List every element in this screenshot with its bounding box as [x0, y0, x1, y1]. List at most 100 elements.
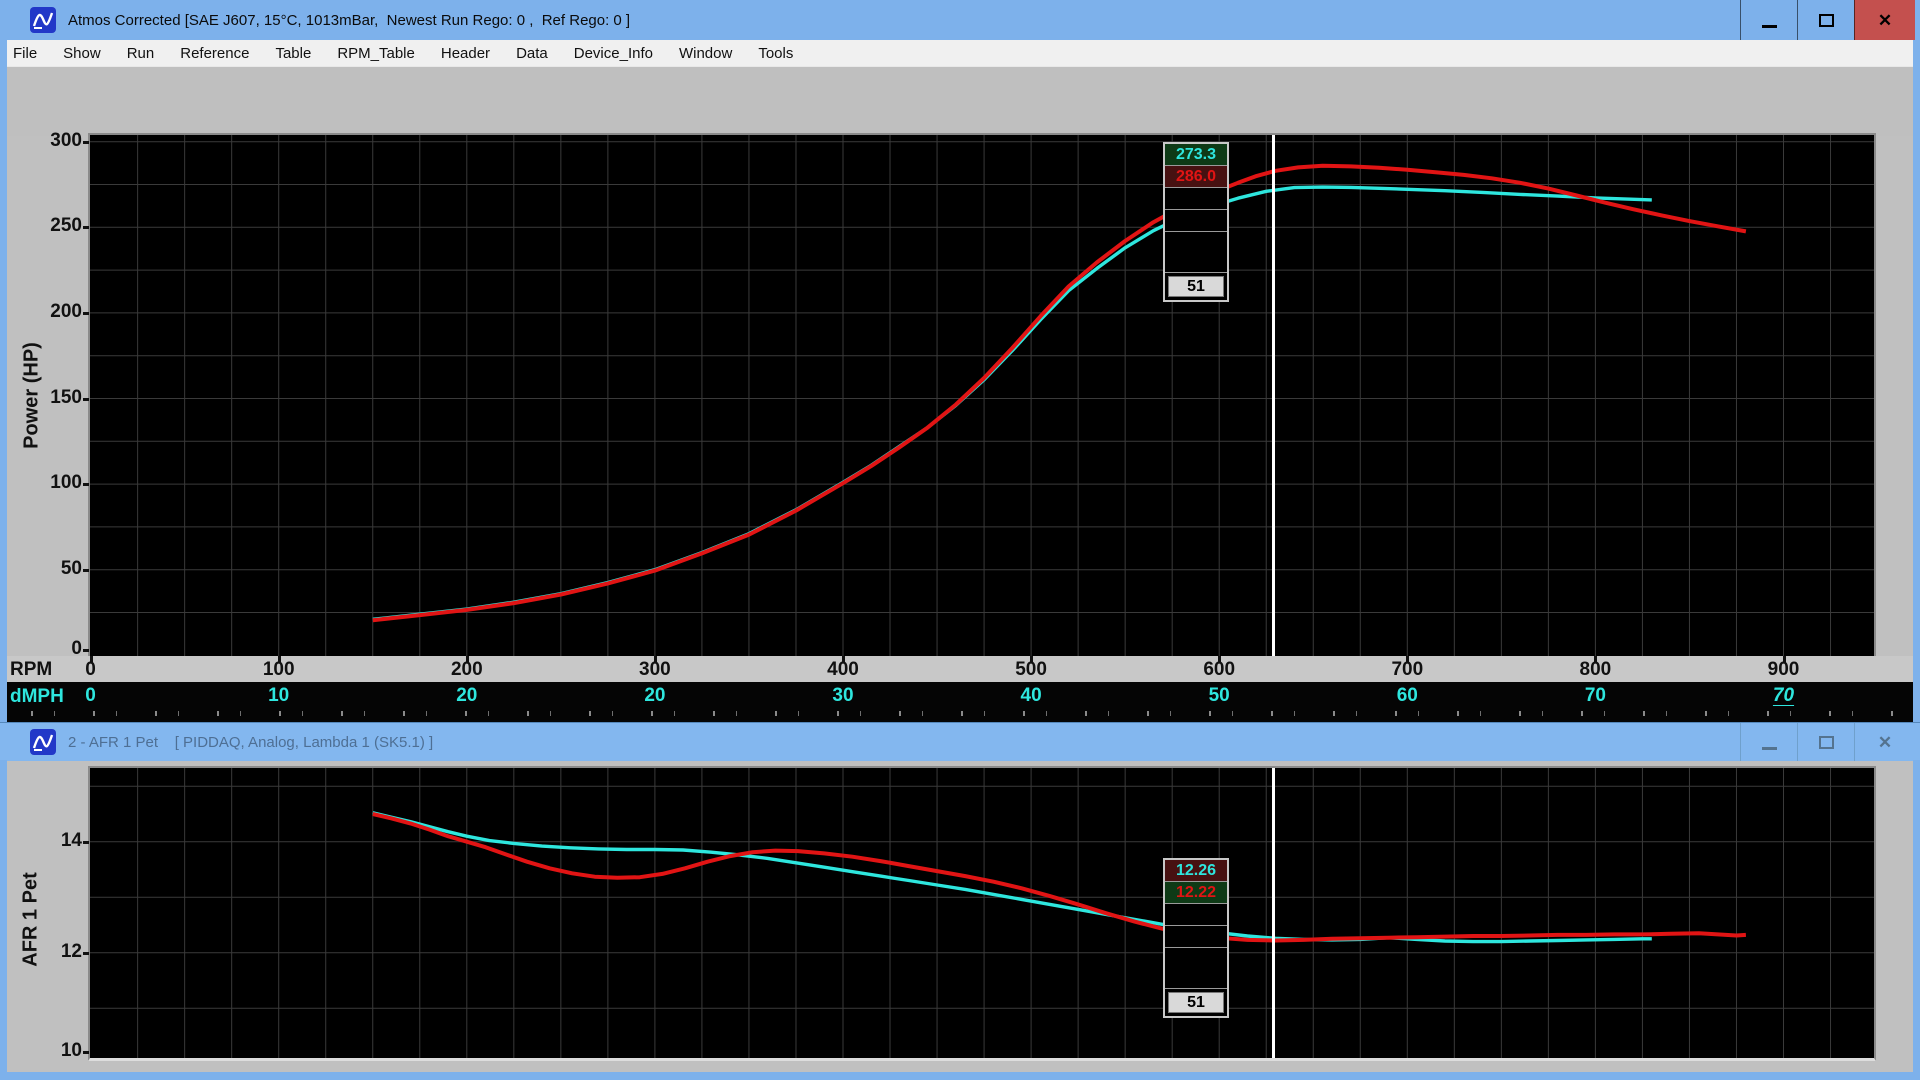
cursor-readout-plot2: 12.2612.22 51 [1163, 858, 1229, 1018]
readout-cell: 273.3 [1165, 144, 1227, 166]
run2-curve-plot1 [373, 166, 1746, 621]
menu-item-window[interactable]: Window [666, 45, 745, 62]
y-tick-mark [83, 483, 89, 486]
y-tick-mark [83, 841, 89, 844]
menu-item-header[interactable]: Header [428, 45, 503, 62]
y-tick-label: 0 [0, 638, 82, 660]
legend-strip: 1:2021 rr Stock Cam [273.4 HP, 203.9 KW]… [0, 66, 1920, 136]
maximize-button[interactable] [1797, 0, 1855, 40]
y-tick-mark [83, 312, 89, 315]
rpm-tick-label: 800 [1565, 659, 1625, 681]
menu-item-table[interactable]: Table [262, 45, 324, 62]
titlebar-afr-window[interactable]: 2 - AFR 1 Pet [ PIDDAQ, Analog, Lambda 1… [0, 722, 1920, 761]
y-tick-label: 12 [0, 941, 82, 963]
cursor-line-plot1[interactable] [1272, 135, 1275, 656]
menu-item-data[interactable]: Data [503, 45, 561, 62]
readout-cell [1165, 948, 1227, 989]
rpm-tick-label: 700 [1377, 659, 1437, 681]
dmph-tick-label: 70 [1565, 685, 1625, 707]
window2-right-border [1913, 760, 1920, 1080]
maximize-icon [1819, 736, 1834, 749]
menu-item-file[interactable]: File [0, 45, 50, 62]
y-tick-label: 50 [0, 558, 82, 580]
menu-item-rpm_table[interactable]: RPM_Table [324, 45, 428, 62]
dmph-tick-label: 10 [249, 685, 309, 707]
readout-cell [1165, 210, 1227, 232]
y-tick-mark [83, 398, 89, 401]
y-tick-label: 200 [0, 301, 82, 323]
y-tick-mark [83, 569, 89, 572]
dmph-tick-label: 20 [437, 685, 497, 707]
cursor-readout-plot1: 273.3286.051 [1163, 142, 1229, 302]
dmph-tick-label: 20 [625, 685, 685, 707]
power-plot-area[interactable]: 273.3286.051 [88, 133, 1876, 658]
window1-right-border [1913, 40, 1920, 722]
y-tick-label: 150 [0, 387, 82, 409]
dmph-tick-label: 0 [61, 685, 121, 707]
rpm-axis-strip: RPM 0100200300400500600700800900 [0, 656, 1920, 682]
window-title-2: 2 - AFR 1 Pet [ PIDDAQ, Analog, Lambda 1… [68, 734, 433, 751]
rpm-tick-label: 400 [813, 659, 873, 681]
minimize-icon [1762, 747, 1777, 750]
y-tick-mark [83, 226, 89, 229]
window1-left-border [0, 40, 7, 722]
y-tick-label: 250 [0, 215, 82, 237]
y-tick-label: 14 [0, 830, 82, 852]
maximize-icon [1819, 14, 1834, 27]
run1-curve-plot1 [373, 187, 1652, 619]
y-tick-label: 300 [0, 130, 82, 152]
window2-left-border [0, 760, 7, 1080]
readout-speed: 51 [1168, 992, 1224, 1013]
app-icon [30, 7, 56, 33]
maximize-button-2[interactable] [1797, 723, 1855, 761]
y-tick-label: 100 [0, 472, 82, 494]
readout-cell [1165, 232, 1227, 273]
readout-cell [1165, 188, 1227, 210]
close-button[interactable]: ✕ [1854, 0, 1915, 40]
titlebar-power-window[interactable]: Atmos Corrected [SAE J607, 15°C, 1013mBa… [0, 0, 1920, 40]
dmph-tick-label: 50 [1189, 685, 1249, 707]
rpm-tick-label: 500 [1001, 659, 1061, 681]
cursor-line-plot2[interactable] [1272, 768, 1275, 1058]
run2-curve-plot2 [373, 814, 1746, 941]
close-icon: ✕ [1878, 734, 1892, 751]
readout-cell: 12.26 [1165, 860, 1227, 882]
dmph-tick-label: 30 [813, 685, 873, 707]
minimize-button-2[interactable] [1740, 723, 1798, 761]
menu-item-reference[interactable]: Reference [167, 45, 262, 62]
rpm-tick-label: 100 [249, 659, 309, 681]
y-tick-mark [83, 952, 89, 955]
dmph-tick-label: 40 [1001, 685, 1061, 707]
run1-curve-plot2 [373, 813, 1652, 942]
menu-bar: FileShowRunReferenceTableRPM_TableHeader… [0, 40, 1920, 67]
app-icon-2 [30, 729, 56, 755]
y-tick-mark [83, 141, 89, 144]
dmph-tick-label: 60 [1377, 685, 1437, 707]
menu-item-device_info[interactable]: Device_Info [561, 45, 666, 62]
y-tick-mark [83, 1051, 89, 1054]
window-power-chart: Atmos Corrected [SAE J607, 15°C, 1013mBa… [0, 0, 1920, 722]
menu-item-tools[interactable]: Tools [745, 45, 806, 62]
rpm-tick-label: 600 [1189, 659, 1249, 681]
dmph-axis-name: dMPH [10, 686, 64, 708]
y-tick-label: 10 [0, 1040, 82, 1062]
readout-cell [1165, 926, 1227, 948]
rpm-tick-label: 900 [1754, 659, 1814, 681]
readout-cell: 12.22 [1165, 882, 1227, 904]
minimize-button[interactable] [1740, 0, 1798, 40]
window-afr-chart: 2 - AFR 1 Pet [ PIDDAQ, Analog, Lambda 1… [0, 722, 1920, 1080]
rpm-axis-name: RPM [10, 659, 52, 681]
plot2-svg [90, 768, 1874, 1058]
menu-item-show[interactable]: Show [50, 45, 114, 62]
close-icon: ✕ [1878, 12, 1892, 29]
dmph-axis-strip: dMPH 0102020304050607070 [0, 682, 1920, 710]
window-title: Atmos Corrected [SAE J607, 15°C, 1013mBa… [68, 12, 630, 29]
rpm-tick-label: 200 [437, 659, 497, 681]
readout-speed: 51 [1168, 276, 1224, 297]
menu-item-run[interactable]: Run [114, 45, 168, 62]
close-button-2[interactable]: ✕ [1854, 723, 1915, 761]
window2-bottom-border [0, 1072, 1920, 1080]
plot1-svg [90, 135, 1874, 656]
afr-plot-area[interactable]: 12.2612.22 51 [88, 766, 1876, 1061]
clipped-axis-strip [0, 710, 1920, 722]
